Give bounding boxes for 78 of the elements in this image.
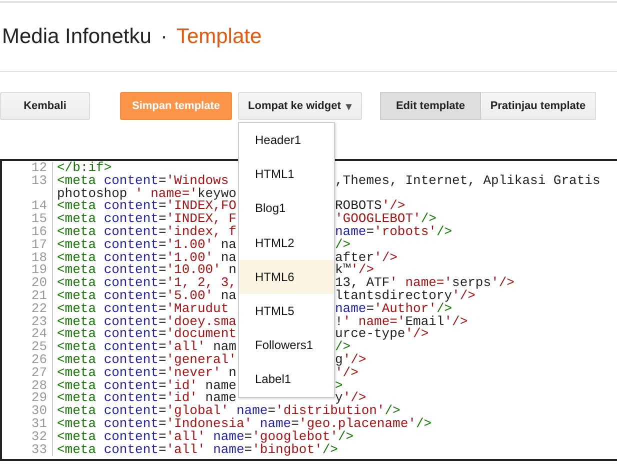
page-title: Template bbox=[176, 25, 262, 49]
line-number: 19 bbox=[31, 262, 47, 278]
code-text: name='robots'/> bbox=[335, 226, 452, 239]
code-text: /> bbox=[335, 238, 351, 252]
code-text: <meta content='never' n bbox=[57, 366, 237, 380]
back-button[interactable]: Kembali bbox=[0, 92, 90, 120]
code-text: photoshop ' name='keywo bbox=[57, 188, 237, 200]
code-text: <meta content='global' name='distribution'/> bbox=[57, 405, 400, 418]
code-text: <meta content='all' nam bbox=[57, 341, 237, 354]
code-text: <meta content='10.00' n bbox=[57, 264, 237, 278]
line-number: 24 bbox=[31, 326, 47, 342]
line-number: 22 bbox=[31, 300, 47, 316]
menu-item[interactable]: HTML5 bbox=[239, 294, 334, 328]
line-number: 28 bbox=[31, 378, 47, 393]
line-number: 17 bbox=[31, 236, 47, 252]
code-text: ROBOTS'/> bbox=[335, 200, 406, 214]
code-text: <meta content='id' name bbox=[57, 380, 237, 392]
code-text: ,Themes, Internet, Aplikasi Gratis bbox=[335, 174, 600, 188]
code-text: <meta content='Marudut bbox=[57, 302, 229, 316]
line-number: 31 bbox=[31, 416, 47, 431]
menu-item[interactable]: Blog1 bbox=[239, 191, 334, 226]
menu-item[interactable]: HTML1 bbox=[239, 157, 334, 192]
code-text: '/> bbox=[335, 366, 358, 380]
line-number: 27 bbox=[31, 364, 47, 380]
code-text: <meta content='doey.sma bbox=[57, 316, 237, 328]
code-text: > bbox=[335, 380, 343, 392]
code-text: after'/> bbox=[335, 252, 398, 264]
code-text: <meta content='Windows bbox=[57, 174, 229, 188]
code-text: urce-type'/> bbox=[335, 328, 429, 342]
blog-title: Media Infonetku bbox=[2, 25, 152, 49]
line-number: 20 bbox=[31, 275, 47, 290]
line-number: 12 bbox=[31, 160, 47, 175]
code-text: <meta content='all' name='bingbot'/> bbox=[57, 444, 338, 456]
menu-item[interactable]: HTML6 bbox=[239, 260, 334, 294]
menu-item[interactable]: Header1 bbox=[239, 123, 334, 158]
line-number: 14 bbox=[31, 198, 47, 214]
line-number: 32 bbox=[31, 428, 47, 444]
title-separator: · bbox=[160, 25, 168, 49]
line-number: 26 bbox=[31, 352, 47, 367]
code-text: <meta content='index, f bbox=[57, 226, 237, 239]
line-number: 33 bbox=[31, 442, 47, 457]
code-text: ltantsdirectory'/> bbox=[335, 290, 476, 303]
line-number: 23 bbox=[31, 314, 47, 329]
code-text: 13, ATF' name='serps'/> bbox=[335, 277, 514, 290]
code-text: y'/> bbox=[335, 392, 366, 406]
code-text: 'GOOGLEBOT'/> bbox=[335, 213, 436, 226]
code-editor[interactable] bbox=[0, 159, 617, 461]
code-text: <meta content='all' name='googlebot'/> bbox=[57, 430, 354, 444]
menu-item[interactable]: Followers1 bbox=[239, 328, 334, 362]
code-text: <meta content='INDEX, F bbox=[57, 213, 237, 226]
code-text: g'/> bbox=[335, 354, 366, 367]
code-text: <meta content='INDEX,FO bbox=[57, 200, 237, 214]
code-text: /> bbox=[335, 341, 351, 354]
line-number: 15 bbox=[31, 211, 47, 226]
line-number: 16 bbox=[31, 224, 47, 239]
line-number: 30 bbox=[31, 403, 47, 418]
code-text: <meta content='Indonesia' name='geo.placename'/> bbox=[57, 418, 432, 431]
code-text: <meta content='1.00' na bbox=[57, 238, 237, 252]
menu-item[interactable]: HTML2 bbox=[239, 226, 334, 260]
line-number: 13 bbox=[31, 172, 47, 188]
code-text: <meta content='general' bbox=[57, 354, 237, 367]
code-text: name='Author'/> bbox=[335, 302, 452, 316]
line-number: 21 bbox=[31, 288, 47, 303]
code-text: <meta content='1, 2, 3, bbox=[57, 277, 237, 290]
code-text: k™'/> bbox=[335, 264, 374, 278]
line-number: 25 bbox=[31, 339, 47, 354]
code-text: </b:if> bbox=[57, 162, 113, 175]
menu-item[interactable]: Label1 bbox=[239, 362, 334, 396]
code-text: <meta content='id' name bbox=[57, 392, 237, 406]
mode-tab[interactable]: Edit template bbox=[380, 92, 481, 120]
code-text: <meta content='1.00' na bbox=[57, 252, 237, 264]
jump-to-widget-dropdown[interactable]: Lompat ke widget ▾ bbox=[238, 92, 362, 120]
mode-tab[interactable]: Pratinjau template bbox=[481, 92, 596, 120]
code-text: <meta content='document bbox=[57, 328, 237, 342]
line-number: 29 bbox=[31, 390, 47, 406]
code-text: <meta content='5.00' na bbox=[57, 290, 237, 303]
line-number: 18 bbox=[31, 250, 47, 265]
code-text: !' name='Email'/> bbox=[335, 316, 468, 328]
